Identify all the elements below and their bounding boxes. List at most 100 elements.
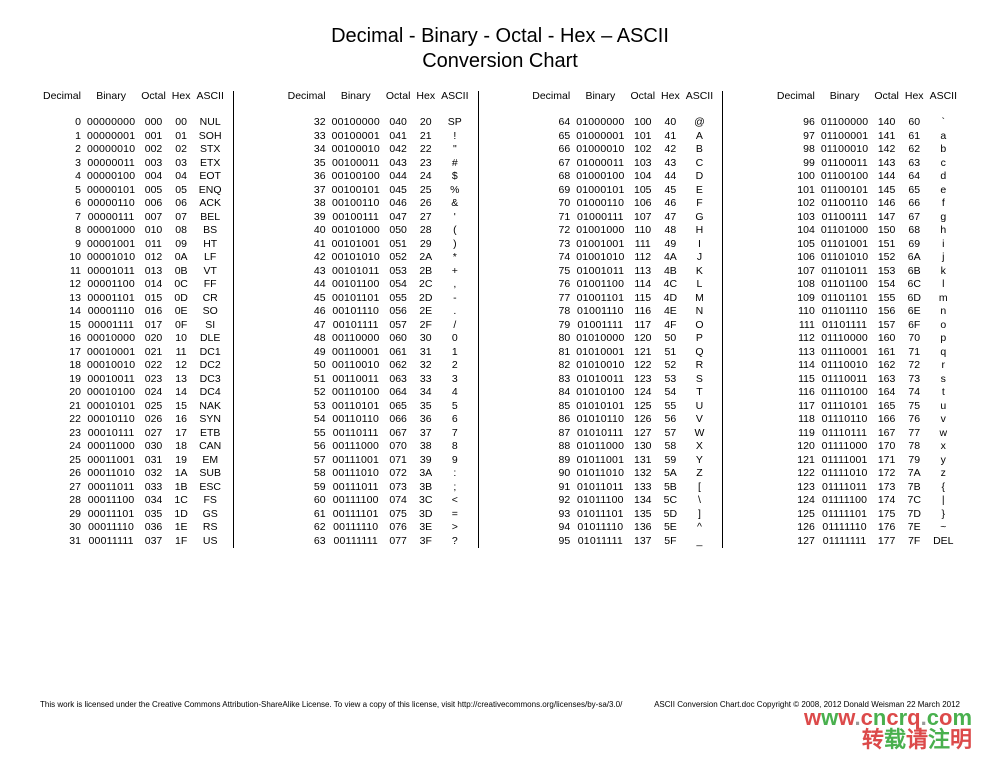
table-row: 5500110111067377 (285, 426, 472, 440)
table-row: 00000000000000NUL (40, 116, 227, 130)
cell-oct: 105 (628, 183, 659, 197)
cell-dec: 48 (285, 332, 329, 346)
cell-asc: > (438, 521, 471, 535)
table-row: 170001000102111DC1 (40, 345, 227, 359)
cell-hex: 38 (413, 440, 438, 454)
cell-asc: V (683, 413, 716, 427)
cell-oct: 041 (383, 129, 414, 143)
cell-bin: 01110100 (818, 386, 872, 400)
cell-asc: y (927, 453, 960, 467)
table-row: 42001010100522A* (285, 251, 472, 265)
col-header-binary: Binary (329, 91, 383, 116)
cell-oct: 167 (871, 426, 902, 440)
cell-oct: 070 (383, 440, 414, 454)
cell-hex: 67 (902, 210, 927, 224)
cell-asc: . (438, 305, 471, 319)
cell-asc: SI (193, 318, 226, 332)
cell-hex: 74 (902, 386, 927, 400)
cell-asc: US (193, 534, 226, 548)
cell-dec: 8 (40, 224, 84, 238)
cell-dec: 46 (285, 305, 329, 319)
cell-bin: 01100101 (818, 183, 872, 197)
cell-bin: 01011011 (573, 480, 627, 494)
cell-oct: 124 (628, 386, 659, 400)
table-row: 27000110110331BESC (40, 480, 227, 494)
cell-hex: 7B (902, 480, 927, 494)
cell-asc: n (927, 305, 960, 319)
cell-dec: 114 (774, 359, 818, 373)
table-row: 1180111011016676v (774, 413, 960, 427)
cell-hex: 07 (169, 210, 194, 224)
cell-oct: 111 (628, 237, 659, 251)
cell-asc: ) (438, 237, 471, 251)
cell-oct: 147 (871, 210, 902, 224)
cell-asc: DC2 (193, 359, 226, 373)
cell-dec: 26 (40, 467, 84, 481)
cell-bin: 01111101 (818, 507, 872, 521)
col-header-decimal: Decimal (529, 91, 573, 116)
cell-dec: 50 (285, 359, 329, 373)
col-header-ascii: ASCII (438, 91, 471, 116)
cell-bin: 01001010 (573, 251, 627, 265)
cell-hex: 3A (413, 467, 438, 481)
cell-hex: 60 (902, 116, 927, 130)
cell-bin: 00111001 (329, 453, 383, 467)
cell-bin: 00110100 (329, 386, 383, 400)
table-row: 20000001000202STX (40, 143, 227, 157)
cell-bin: 00111111 (329, 534, 383, 548)
cell-dec: 123 (774, 480, 818, 494)
cell-hex: 58 (658, 440, 683, 454)
cell-bin: 01010101 (573, 399, 627, 413)
cell-dec: 81 (529, 345, 573, 359)
col-header-binary: Binary (818, 91, 872, 116)
cell-oct: 027 (138, 426, 169, 440)
cell-asc: DLE (193, 332, 226, 346)
table-row: 10000000100101SOH (40, 129, 227, 143)
cell-oct: 005 (138, 183, 169, 197)
table-row: 107011010111536Bk (774, 264, 960, 278)
table-row: 15000011110170FSI (40, 318, 227, 332)
cell-asc: ENQ (193, 183, 226, 197)
table-row: 840101010012454T (529, 386, 716, 400)
table-row: 90000100101109HT (40, 237, 227, 251)
cell-hex: 4C (658, 278, 683, 292)
cell-asc: K (683, 264, 716, 278)
cell-hex: 42 (658, 143, 683, 157)
table-row: 92010111001345C\ (529, 494, 716, 508)
ascii-column-0: DecimalBinaryOctalHexASCII00000000000000… (40, 91, 234, 548)
cell-hex: 61 (902, 129, 927, 143)
table-row: 5400110110066366 (285, 413, 472, 427)
table-row: 680100010010444D (529, 170, 716, 184)
cell-asc: FF (193, 278, 226, 292)
cell-hex: 15 (169, 399, 194, 413)
table-row: 62001111100763E> (285, 521, 472, 535)
table-row: 123011110111737B{ (774, 480, 960, 494)
table-row: 95010111111375F_ (529, 534, 716, 548)
cell-bin: 01110000 (818, 332, 872, 346)
cell-oct: 102 (628, 143, 659, 157)
cell-dec: 64 (529, 116, 573, 130)
cell-bin: 01111001 (818, 453, 872, 467)
table-row: 61001111010753D= (285, 507, 472, 521)
cell-hex: 0F (169, 318, 194, 332)
cell-asc: < (438, 494, 471, 508)
table-row: 108011011001546Cl (774, 278, 960, 292)
table-row: 122011110101727Az (774, 467, 960, 481)
cell-oct: 025 (138, 399, 169, 413)
cell-dec: 120 (774, 440, 818, 454)
cell-oct: 022 (138, 359, 169, 373)
cell-asc: 8 (438, 440, 471, 454)
cell-oct: 164 (871, 386, 902, 400)
cell-hex: 3F (413, 534, 438, 548)
table-row: 410010100105129) (285, 237, 472, 251)
cell-hex: 2E (413, 305, 438, 319)
cell-oct: 103 (628, 156, 659, 170)
cell-asc: ( (438, 224, 471, 238)
cell-oct: 073 (383, 480, 414, 494)
cell-hex: 4E (658, 305, 683, 319)
cell-oct: 037 (138, 534, 169, 548)
cell-hex: 59 (658, 453, 683, 467)
cell-bin: 01111110 (818, 521, 872, 535)
cell-bin: 00110010 (329, 359, 383, 373)
cell-hex: 52 (658, 359, 683, 373)
